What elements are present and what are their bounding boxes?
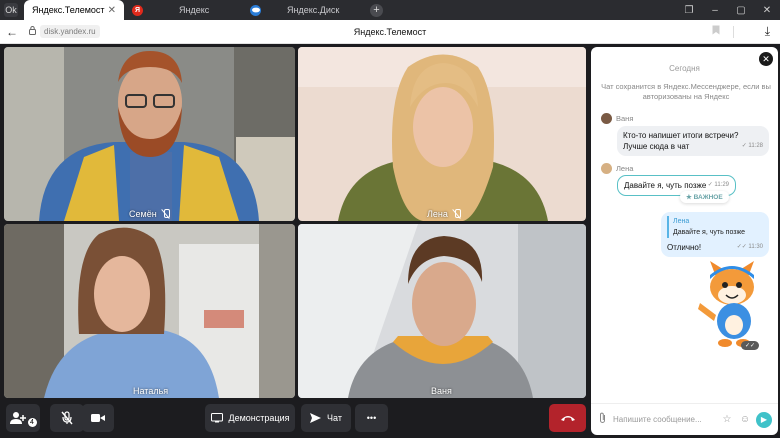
chat-panel: ✕ Сегодня Чат сохранится в Яндекс.Мессен… xyxy=(591,47,778,435)
send-button[interactable]: ▶ xyxy=(756,411,772,428)
telemost-window: Ok Яндекс.Телемост ✕ Я Яндекс Яндекс.Дис… xyxy=(0,0,780,438)
quoted-message[interactable]: Лена Давайте я, чуть позже xyxy=(667,216,763,238)
tab-label: Яндекс.Диск xyxy=(287,5,340,15)
mic-off-icon xyxy=(61,411,73,425)
participant-name: Семён xyxy=(129,209,157,219)
participant-name-tag: Семён xyxy=(129,209,171,219)
page-title: Яндекс.Телемост xyxy=(353,26,427,37)
close-window-icon[interactable]: ✕ xyxy=(754,5,780,16)
mic-off-icon xyxy=(452,209,462,219)
new-tab-button[interactable]: + xyxy=(370,3,383,17)
tab-yandex[interactable]: Я Яндекс xyxy=(124,0,242,20)
important-badge[interactable]: ★ ВАЖНОЕ xyxy=(680,191,729,203)
tab-label: Яндекс.Телемост xyxy=(32,5,105,15)
chat-button[interactable]: Чат xyxy=(301,404,351,432)
avatar[interactable] xyxy=(601,163,612,174)
window-controls: ❐ – ▢ ✕ xyxy=(676,0,780,20)
message-composer: Напишите сообщение... ☆ ☺ ▶ xyxy=(591,403,778,435)
chat-date-separator: Сегодня xyxy=(669,64,700,73)
minimize-icon[interactable]: – xyxy=(702,5,728,16)
video-tile-semyon[interactable]: Семён xyxy=(4,47,295,221)
quote-text: Давайте я, чуть позже xyxy=(673,229,746,236)
disk-logo-icon xyxy=(250,4,261,16)
send-arrow-icon xyxy=(310,413,322,423)
toolbar-divider xyxy=(733,26,734,38)
fox-sticker[interactable] xyxy=(696,257,768,349)
add-participant-button[interactable]: 4 xyxy=(6,404,40,432)
video-feed xyxy=(4,224,295,398)
read-ticks: ✓✓ xyxy=(745,343,756,349)
camera-button[interactable] xyxy=(82,404,114,432)
emoji-icon[interactable]: ☺ xyxy=(736,414,754,425)
screen-share-label: Демонстрация xyxy=(228,413,290,423)
bookmarks-icon[interactable]: ❐ xyxy=(676,5,702,16)
message-text: Давайте я, чуть позже xyxy=(624,181,707,190)
participant-name: Ваня xyxy=(431,386,452,396)
bookmark-icon[interactable] xyxy=(712,25,720,38)
message-input[interactable]: Напишите сообщение... xyxy=(613,415,718,424)
mic-off-icon xyxy=(161,209,171,219)
chat-save-notice: Чат сохранится в Яндекс.Мессенджере, есл… xyxy=(601,82,771,101)
tab-label: Яндекс xyxy=(179,5,210,15)
video-tile-vanya[interactable]: Ваня xyxy=(298,224,586,398)
yandex-logo-icon: Я xyxy=(132,4,143,16)
tab-disk[interactable]: Яндекс.Диск xyxy=(242,0,362,20)
star-icon[interactable]: ☆ xyxy=(718,414,736,425)
participant-count-badge: 4 xyxy=(27,417,37,427)
close-icon[interactable]: ✕ xyxy=(108,5,116,16)
video-tile-natalya[interactable]: Наталья xyxy=(4,224,295,398)
chat-message-own[interactable]: Лена Давайте я, чуть позже Отлично! ✓✓ 1… xyxy=(661,212,769,257)
quote-author: Лена xyxy=(673,218,690,225)
add-user-icon xyxy=(9,412,26,424)
download-icon[interactable]: ⤓ xyxy=(765,24,770,39)
message-sender: Ваня xyxy=(601,113,633,124)
participant-name-tag: Лена xyxy=(427,209,462,219)
browser-tab-bar: Ok Яндекс.Телемост ✕ Я Яндекс Яндекс.Дис… xyxy=(0,0,780,20)
video-tile-lena[interactable]: Лена xyxy=(298,47,586,221)
chat-button-label: Чат xyxy=(327,413,342,423)
participant-name-tag: Наталья xyxy=(133,386,168,396)
participant-name-tag: Ваня xyxy=(431,386,452,396)
lock-icon[interactable] xyxy=(24,26,40,37)
camera-icon xyxy=(91,414,105,422)
sticker-read-status: ✓✓ xyxy=(741,341,760,350)
message-sender: Лена xyxy=(601,163,633,174)
message-time: ✓ 11:29 xyxy=(707,182,729,188)
more-options-button[interactable]: ••• xyxy=(355,404,388,432)
hang-up-button[interactable] xyxy=(549,404,586,432)
sender-name: Лена xyxy=(616,164,634,173)
tab-telemost[interactable]: Яндекс.Телемост ✕ xyxy=(24,0,124,20)
back-arrow-icon[interactable]: ← xyxy=(0,25,24,39)
attach-icon[interactable] xyxy=(591,412,613,427)
browser-app-icon[interactable]: Ok xyxy=(4,3,18,17)
message-time: ✓✓ 11:30 xyxy=(736,244,763,250)
sender-name: Ваня xyxy=(616,114,634,123)
message-time: ✓ 11:28 xyxy=(741,143,763,149)
screen-share-icon xyxy=(210,413,223,423)
mute-microphone-button[interactable] xyxy=(50,404,84,432)
video-feed xyxy=(298,224,586,398)
message-text: Лучше сюда в чат xyxy=(623,142,690,151)
address-bar: ← disk.yandex.ru Яндекс.Телемост ⤓ xyxy=(0,20,780,44)
message-text: Кто-то напишет итоги встречи? xyxy=(623,131,739,140)
screen-share-button[interactable]: Демонстрация xyxy=(205,404,295,432)
more-dots-icon: ••• xyxy=(366,413,377,423)
hang-up-phone-icon xyxy=(560,416,575,421)
video-feed xyxy=(4,47,295,221)
chat-message[interactable]: Кто-то напишет итоги встречи? Лучше сюда… xyxy=(617,126,769,156)
participant-name: Наталья xyxy=(133,386,169,396)
url-field[interactable]: disk.yandex.ru xyxy=(40,25,100,38)
participant-name: Лена xyxy=(427,209,448,219)
message-text: Отлично! xyxy=(667,243,702,252)
video-feed xyxy=(298,47,586,221)
avatar[interactable] xyxy=(601,113,612,124)
maximize-icon[interactable]: ▢ xyxy=(728,5,754,16)
